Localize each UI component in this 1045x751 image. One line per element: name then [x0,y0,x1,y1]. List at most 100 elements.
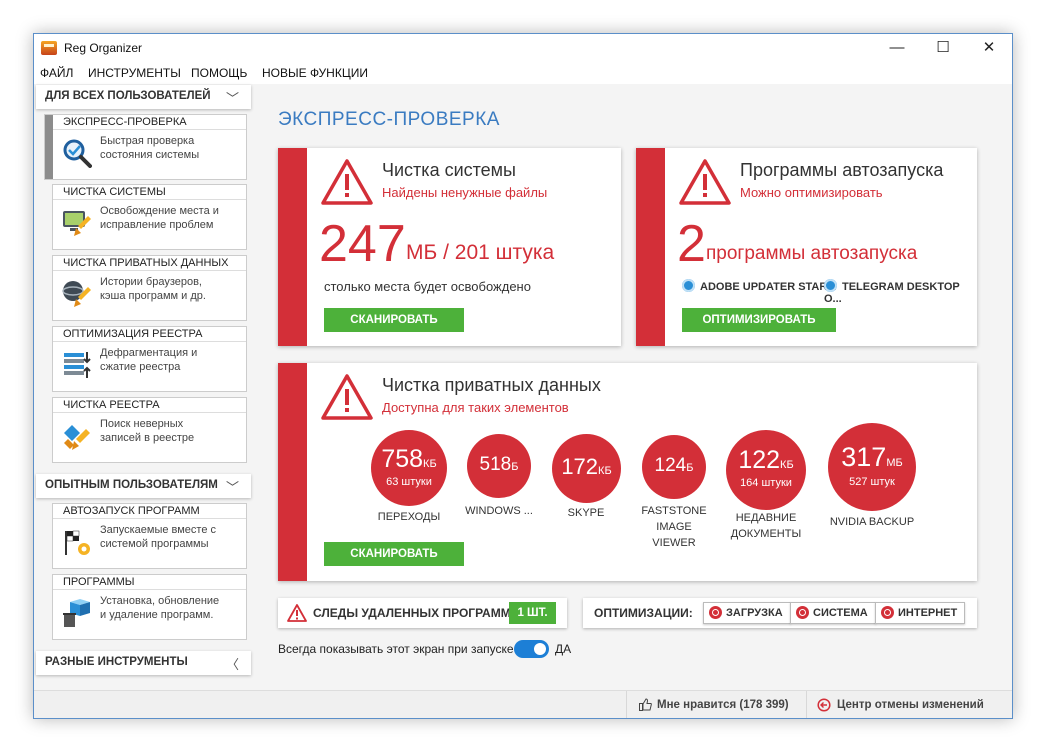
warning-icon [679,159,731,205]
chevron-left-icon: 〈 [225,657,239,672]
section-for-all-users[interactable]: ДЛЯ ВСЕХ ПОЛЬЗОВАТЕЛЕЙ ﹀ [36,85,251,109]
private-item-circle[interactable]: 317МБ 527 штук [828,423,916,511]
menu-help[interactable]: ПОМОЩЬ [191,66,247,80]
menu-file[interactable]: ФАЙЛ [40,66,73,80]
menu-bar: ФАЙЛ ИНСТРУМЕНТЫ ПОМОЩЬ НОВЫЕ ФУНКЦИИ [34,62,1012,84]
card-stripe [278,148,307,346]
sidebar-item-system-cleanup[interactable]: ЧИСТКА СИСТЕМЫ Освобождение места и испр… [52,184,247,250]
privacy-broom-icon [62,281,91,307]
private-item-value-line: 758КБ [371,430,447,476]
unit: КБ [780,459,794,471]
desc-line: Освобождение места и [100,205,219,217]
startup-app-item[interactable]: TELEGRAM DESKTOP O... [824,279,977,305]
label-line: VIEWER [652,537,696,549]
section-advanced-users[interactable]: ОПЫТНЫМ ПОЛЬЗОВАТЕЛЯМ ﹀ [36,474,251,498]
warning-icon [321,159,373,205]
sidebar-item-registry-cleanup[interactable]: ЧИСТКА РЕЕСТРА Поиск неверных записей в … [52,397,247,463]
sidebar-item-startup-programs[interactable]: АВТОЗАПУСК ПРОГРАММ Запускаемые вместе с… [52,503,247,569]
optimize-system-button[interactable]: СИСТЕМА [790,602,876,624]
private-item-circle[interactable]: 122КБ 164 штуки [726,430,806,510]
startup-count-unit: программы автозапуска [706,243,918,264]
sidebar-item-description: Поиск неверных записей в реестре [100,417,242,445]
scan-private-data-button[interactable]: СКАНИРОВАТЬ [324,542,464,566]
value: 124 [654,455,687,476]
unit: Б [511,461,519,473]
sidebar-item-label: ЧИСТКА РЕЕСТРА [53,398,246,413]
chevron-down-icon: ﹀ [225,480,239,495]
desc-line: Установка, обновление [100,595,220,607]
card-subtitle: Можно оптимизировать [740,185,883,200]
section-misc-tools[interactable]: РАЗНЫЕ ИНСТРУМЕНТЫ 〈 [36,651,251,675]
power-icon [881,606,894,619]
private-item-value-line: 122КБ [726,430,806,477]
card-title: Чистка приватных данных [382,375,601,395]
maximize-button[interactable]: ☐ [920,34,966,62]
sidebar-item-private-data-cleanup[interactable]: ЧИСТКА ПРИВАТНЫХ ДАННЫХ Истории браузеро… [52,255,247,321]
unit: МБ [886,457,903,469]
item-count: 527 штук [849,476,895,488]
freed-space-value: 247 [319,215,406,273]
content-area: ДЛЯ ВСЕХ ПОЛЬЗОВАТЕЛЕЙ ﹀ ЭКСПРЕСС-ПРОВЕР… [34,84,1012,690]
label-line: ДОКУМЕНТЫ [730,528,802,540]
item-count: 63 штуки [386,476,432,488]
private-item-label: ПЕРЕХОДЫ [364,509,454,525]
startup-app-label: TELEGRAM DESKTOP O... [824,281,960,305]
private-item-value-line: 518Б [467,434,531,477]
divider [626,691,627,718]
computer-broom-icon [63,211,91,236]
unit: Б [686,462,694,474]
label-line: IMAGE [656,521,692,533]
sidebar-item-description: Быстрая проверка состояния системы [100,134,242,162]
private-item-circle[interactable]: 172КБ [552,434,621,503]
sidebar-item-description: Истории браузеров, кэша программ и др. [100,275,242,303]
sidebar-item-registry-optimization[interactable]: ОПТИМИЗАЦИЯ РЕЕСТРА Дефрагментация и сжа… [52,326,247,392]
sidebar-item-express-check[interactable]: ЭКСПРЕСС-ПРОВЕРКА Быстрая проверка состо… [44,114,247,180]
deleted-program-traces-box[interactable]: СЛЕДЫ УДАЛЕННЫХ ПРОГРАММ 1 ШТ. [278,598,567,628]
chevron-down-icon: ﹀ [225,91,239,106]
optimizations-box: ОПТИМИЗАЦИИ: ЗАГРУЗКА СИСТЕМА ИНТЕРНЕТ [583,598,977,628]
desc-line: системой программы [100,538,209,550]
private-data-card: Чистка приватных данных Доступна для так… [278,363,977,581]
private-item-label: НЕДАВНИЕ ДОКУМЕНТЫ [721,510,811,542]
sidebar-item-label: ЭКСПРЕСС-ПРОВЕРКА [53,115,246,130]
label-line: ПЕРЕХОДЫ [377,511,441,523]
optimize-startup-button[interactable]: ОПТИМИЗИРОВАТЬ [682,308,836,332]
card-subtitle: Найдены ненужные файлы [382,185,548,200]
always-show-toggle[interactable] [514,640,549,658]
value: 317 [841,442,887,472]
menu-new-features[interactable]: НОВЫЕ ФУНКЦИИ [262,66,368,80]
sidebar-item-programs[interactable]: ПРОГРАММЫ Установка, обновление и удален… [52,574,247,640]
close-button[interactable]: ✕ [966,34,1012,62]
unit: КБ [423,458,437,470]
private-item-circle[interactable]: 758КБ 63 штуки [371,430,447,506]
optimize-boot-button[interactable]: ЗАГРУЗКА [703,602,791,624]
desc-line: кэша программ и др. [100,290,206,302]
always-show-label: Всегда показывать этот экран при запуске [278,642,514,656]
private-item-circle[interactable]: 518Б [467,434,531,498]
warning-icon [287,604,307,622]
page-title: ЭКСПРЕСС-ПРОВЕРКА [278,109,500,130]
undo-center-button[interactable]: Центр отмены изменений [837,699,984,711]
section-title: ОПЫТНЫМ ПОЛЬЗОВАТЕЛЯМ [45,479,218,491]
divider [806,691,807,718]
magnifier-check-icon [63,139,92,168]
status-bar: Мне нравится (178 399) Центр отмены изме… [34,690,1012,718]
private-item-circle[interactable]: 124Б [642,435,706,499]
label-line: WINDOWS ... [465,505,533,517]
traces-count-badge[interactable]: 1 ШТ. [509,602,556,624]
title-bar: Reg Organizer — ☐ ✕ [34,34,1012,62]
startup-programs-card: Программы автозапуска Можно оптимизирова… [636,148,977,346]
minimize-button[interactable]: — [874,34,920,62]
scan-system-button[interactable]: СКАНИРОВАТЬ [324,308,464,332]
registry-broom-icon [64,425,90,450]
private-item-value-line: 124Б [642,435,706,478]
card-stripe [278,363,307,581]
startup-app-item[interactable]: ADOBE UPDATER STAR... [682,279,837,293]
sidebar-item-description: Дефрагментация и сжатие реестра [100,346,242,374]
like-button[interactable]: Мне нравится (178 399) [657,699,789,711]
private-item-label: NVIDIA BACKUP [822,514,922,530]
optimize-internet-button[interactable]: ИНТЕРНЕТ [875,602,966,624]
menu-tools[interactable]: ИНСТРУМЕНТЫ [88,66,181,80]
thumbs-up-icon [639,698,652,711]
desc-line: Дефрагментация и [100,347,198,359]
